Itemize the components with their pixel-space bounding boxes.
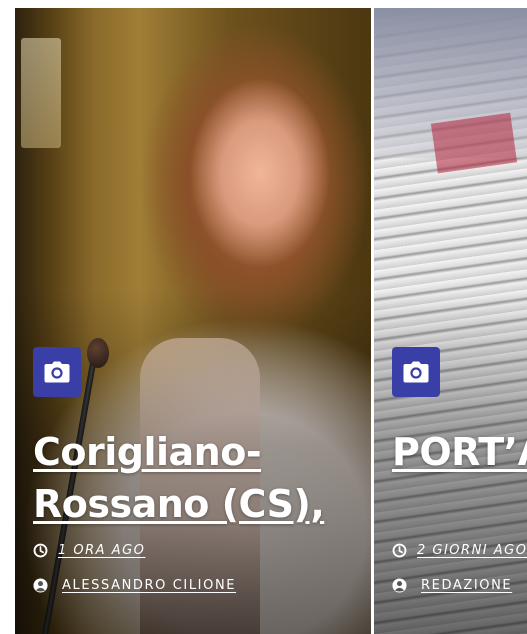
post-time-link[interactable]: 1 ORA AGO — [58, 543, 145, 558]
author-link[interactable]: REDAZIONE — [421, 578, 512, 593]
user-icon — [392, 577, 407, 593]
post-author: REDAZIONE — [392, 576, 512, 594]
post-time-link[interactable]: 2 GIORNI AGO — [417, 543, 527, 558]
news-card-title-link[interactable]: Corigliano-Rossano (CS), — [33, 426, 363, 530]
news-card[interactable]: Corigliano-Rossano (CS), 1 ORA AGO ALESS… — [15, 8, 371, 634]
clock-icon — [33, 543, 48, 557]
post-time: 2 GIORNI AGO — [392, 541, 527, 559]
news-card[interactable]: PORT’A CLAAI: 2 GIORNI AGO REDAZIONE — [374, 8, 527, 634]
post-time: 1 ORA AGO — [33, 541, 145, 559]
post-author: ALESSANDRO CILIONE — [33, 576, 236, 594]
photo-gallery-badge[interactable] — [392, 347, 440, 397]
news-carousel: Corigliano-Rossano (CS), 1 ORA AGO ALESS… — [0, 0, 527, 634]
user-icon — [33, 577, 48, 593]
camera-icon — [44, 361, 70, 383]
photo-gallery-badge[interactable] — [33, 347, 81, 397]
author-link[interactable]: ALESSANDRO CILIONE — [62, 578, 236, 593]
news-card-title-link[interactable]: PORT’A CLAAI: — [392, 426, 527, 478]
camera-icon — [403, 361, 429, 383]
clock-icon — [392, 543, 407, 557]
